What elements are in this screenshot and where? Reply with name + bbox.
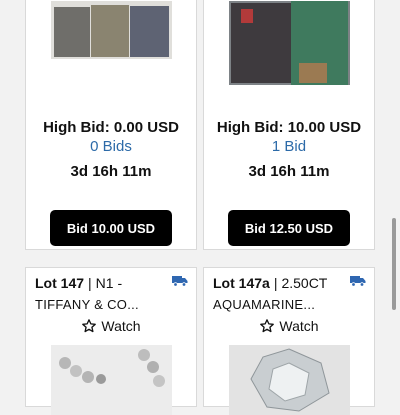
truck-icon [350,276,366,287]
scrollbar[interactable] [392,218,396,310]
bid-info: High Bid: 0.00 USD 0 Bids 3d 16h 11m [26,119,196,181]
lot-thumbnail[interactable] [229,1,350,85]
time-left: 3d 16h 11m [248,163,330,180]
star-icon [260,319,275,333]
lot-thumbnail[interactable] [51,345,172,415]
high-bid: High Bid: 10.00 USD [216,119,362,136]
lot-card[interactable]: High Bid: 10.00 USD 1 Bid 3d 16h 11m Bid… [203,0,375,250]
watch-button[interactable]: Watch [26,318,196,334]
watch-label: Watch [279,318,319,334]
lot-title[interactable]: Lot 147 | N1 - TIFFANY & CO... [35,274,188,313]
star-icon [82,319,97,333]
high-bid: High Bid: 0.00 USD [43,119,179,136]
bid-button[interactable]: Bid 12.50 USD [228,210,350,246]
lot-number: Lot 147 [35,275,85,291]
lot-thumbnail[interactable] [51,1,172,59]
lot-title[interactable]: Lot 147a | 2.50CT AQUAMARINE... [213,274,366,313]
lot-title-start: 2.50CT [281,275,328,291]
bid-info: High Bid: 10.00 USD 1 Bid 3d 16h 11m [204,119,374,181]
lot-separator: | [88,275,92,291]
lot-title-rest: TIFFANY & CO... [35,297,139,312]
time-left: 3d 16h 11m [70,163,152,180]
lot-card[interactable]: Lot 147 | N1 - TIFFANY & CO... Watch [25,267,197,415]
lot-card[interactable]: Lot 147a | 2.50CT AQUAMARINE... Watch [203,267,375,415]
bid-button[interactable]: Bid 10.00 USD [50,210,172,246]
truck-icon [172,276,188,287]
lot-separator: | [273,275,278,291]
bid-count-link[interactable]: 1 Bid [204,138,374,156]
lot-title-start: N1 - [95,275,123,291]
watch-label: Watch [101,318,141,334]
lot-card[interactable]: High Bid: 0.00 USD 0 Bids 3d 16h 11m Bid… [25,0,197,250]
lot-thumbnail[interactable] [229,345,350,415]
lot-title-rest: AQUAMARINE... [213,297,316,312]
bid-count-link[interactable]: 0 Bids [26,138,196,156]
lot-number: Lot 147a [213,275,270,291]
watch-button[interactable]: Watch [204,318,374,334]
